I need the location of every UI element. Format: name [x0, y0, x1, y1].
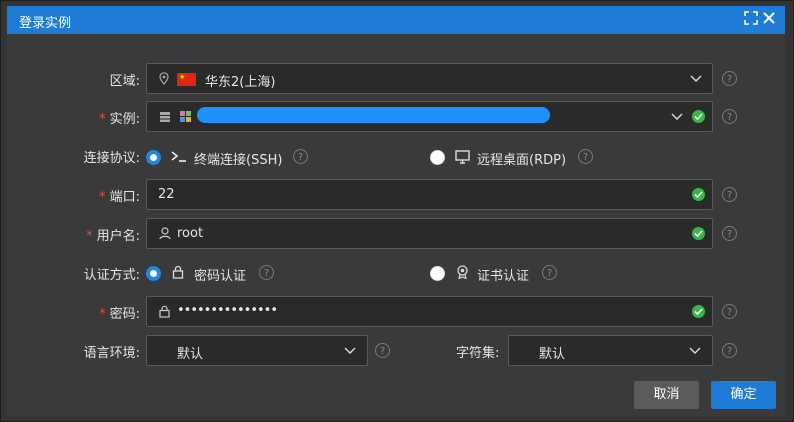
charset-select[interactable]: 默认 [508, 335, 713, 366]
help-icon[interactable]: ? [722, 343, 737, 358]
remote-desktop-icon [455, 150, 470, 164]
password-label: * 密码: [99, 307, 140, 322]
language-select[interactable]: 默认 [146, 335, 368, 366]
password-input[interactable]: ••••••••••••••• [146, 296, 713, 327]
server-icon [160, 112, 170, 122]
password-auth-label[interactable]: 密码认证 [194, 265, 246, 284]
language-label: 语言环境: [83, 346, 140, 361]
charset-value: 默认 [539, 347, 566, 362]
password-auth-radio[interactable] [146, 266, 161, 281]
help-icon[interactable]: ? [542, 265, 557, 280]
china-flag-icon: ★ [177, 73, 196, 86]
certificate-auth-radio[interactable] [430, 266, 445, 281]
help-icon[interactable]: ? [722, 187, 737, 202]
cancel-button[interactable]: 取消 [634, 381, 699, 409]
username-label: * 用户名: [86, 229, 140, 244]
rdp-label[interactable]: 远程桌面(RDP) [477, 149, 566, 168]
auth-label: 认证方式: [83, 268, 140, 283]
help-icon[interactable]: ? [259, 265, 274, 280]
help-icon[interactable]: ? [722, 109, 737, 124]
chevron-down-icon [690, 75, 702, 82]
maximize-icon[interactable] [744, 11, 760, 27]
chevron-down-icon [344, 347, 356, 354]
region-value: 华东2(上海) [205, 75, 276, 90]
instance-value-redacted [197, 107, 550, 123]
port-value: 22 [158, 187, 175, 202]
chevron-down-icon [671, 113, 683, 120]
login-dialog: 登录实例 区域: ★ 华东2(上海) ? * 实例: ? 连接协议: 终端连接(… [0, 0, 794, 422]
lock-icon [172, 265, 184, 279]
success-check-icon [692, 305, 705, 318]
os-logo-icon [180, 111, 191, 122]
help-icon[interactable]: ? [722, 304, 737, 319]
ssh-radio[interactable] [146, 150, 161, 165]
success-check-icon [692, 110, 705, 123]
user-icon [159, 227, 171, 240]
help-icon[interactable]: ? [293, 149, 308, 164]
terminal-icon [171, 151, 186, 162]
password-value: ••••••••••••••• [177, 303, 278, 318]
username-value: root [177, 226, 204, 241]
instance-label: * 实例: [99, 112, 140, 127]
language-value: 默认 [177, 347, 204, 362]
certificate-icon [457, 265, 468, 279]
chevron-down-icon [689, 347, 701, 354]
dialog-title: 登录实例 [19, 16, 72, 31]
region-select[interactable]: ★ 华东2(上海) [146, 63, 713, 94]
protocol-label: 连接协议: [83, 151, 140, 166]
certificate-auth-label[interactable]: 证书认证 [477, 265, 529, 284]
help-icon[interactable]: ? [578, 149, 593, 164]
username-input[interactable]: root [146, 218, 713, 249]
confirm-button[interactable]: 确定 [711, 381, 776, 409]
ssh-label[interactable]: 终端连接(SSH) [194, 149, 282, 168]
charset-label: 字符集: [456, 346, 500, 361]
port-label: * 端口: [99, 190, 140, 205]
region-label: 区域: [109, 74, 140, 89]
help-icon[interactable]: ? [722, 71, 737, 86]
port-input[interactable]: 22 [146, 179, 713, 210]
location-pin-icon [159, 72, 169, 85]
instance-select[interactable] [146, 101, 713, 132]
lock-icon [159, 305, 170, 318]
rdp-radio[interactable] [430, 150, 445, 165]
help-icon[interactable]: ? [722, 226, 737, 241]
title-bar: 登录实例 [7, 6, 785, 34]
dialog-body: 区域: ★ 华东2(上海) ? * 实例: ? 连接协议: 终端连接(SSH) … [7, 34, 785, 416]
success-check-icon [692, 227, 705, 240]
help-icon[interactable]: ? [375, 343, 390, 358]
success-check-icon [692, 188, 705, 201]
close-icon[interactable] [762, 11, 778, 27]
